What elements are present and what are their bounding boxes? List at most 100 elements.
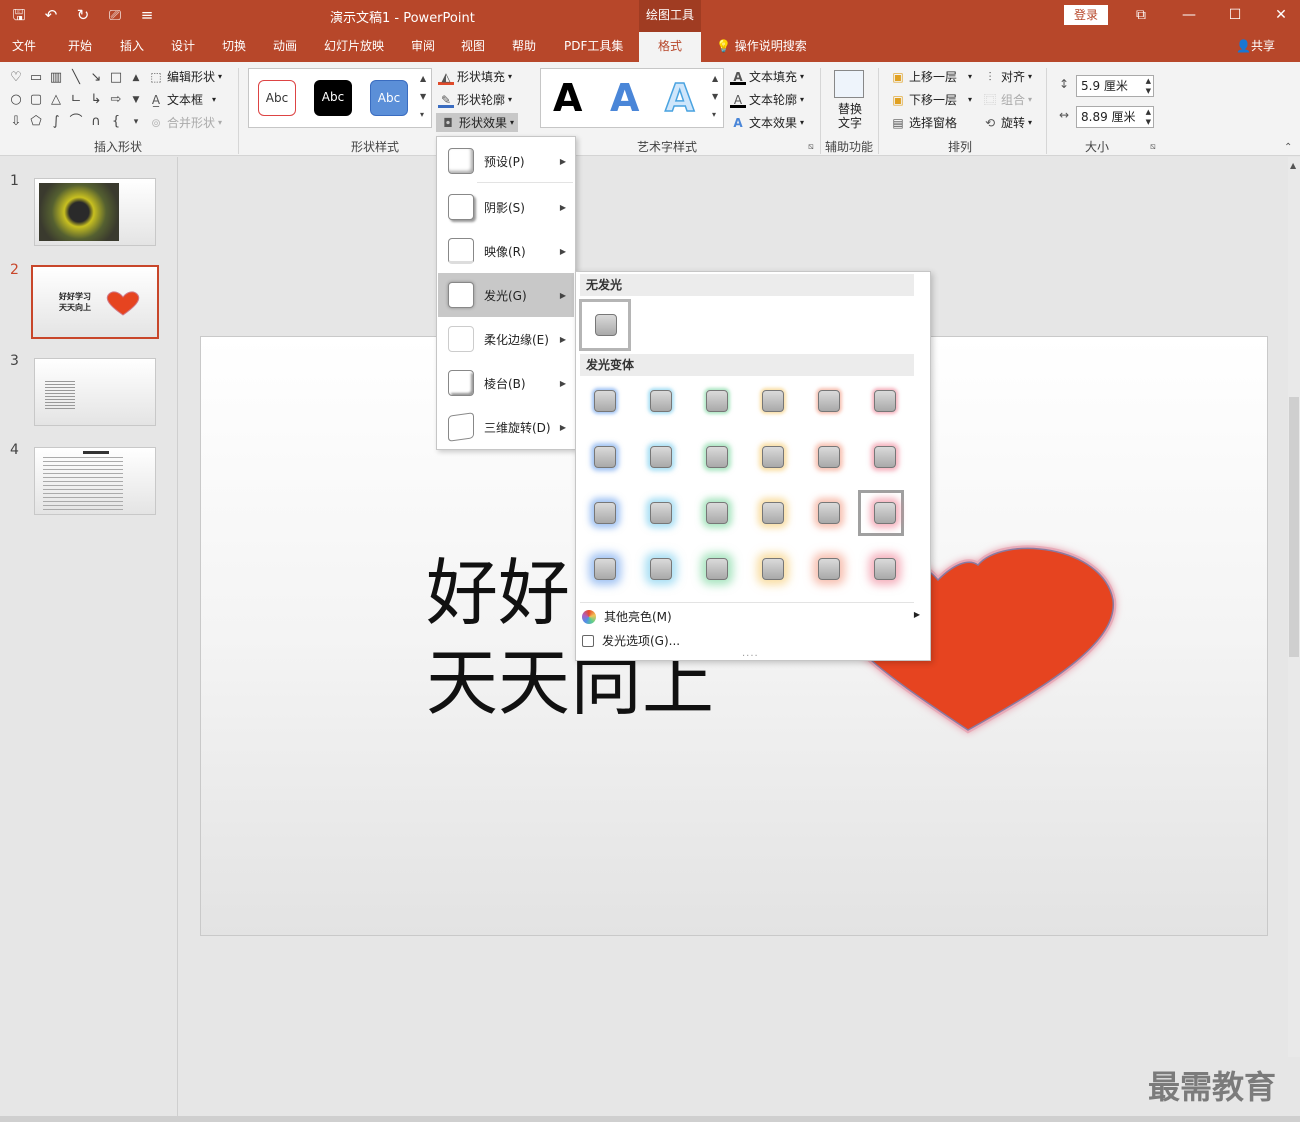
share-button[interactable]: 👤共享 bbox=[1236, 32, 1275, 62]
dialog-launcher-icon[interactable]: ⧅ bbox=[808, 142, 814, 152]
freeform-shape-icon[interactable]: ⬠ bbox=[28, 114, 44, 130]
line-shape-icon[interactable]: ╲ bbox=[68, 70, 84, 86]
gallery-up-icon[interactable]: ▲ bbox=[128, 70, 144, 86]
down-arrow-shape-icon[interactable]: ⇩ bbox=[8, 114, 24, 130]
triangle-shape-icon[interactable]: △ bbox=[48, 92, 64, 108]
glow-variant-option[interactable] bbox=[634, 490, 680, 536]
send-backward-button[interactable]: ▣ 下移一层 ▾ bbox=[890, 91, 972, 108]
tab-view[interactable]: 视图 bbox=[461, 32, 485, 62]
arc-shape-icon[interactable]: ⌒ bbox=[68, 114, 84, 130]
redo-icon[interactable]: ↻ bbox=[72, 4, 94, 26]
menu-item-preset[interactable]: 预设(P) ▶ bbox=[438, 139, 574, 183]
curve-shape-icon[interactable]: ∩ bbox=[88, 114, 104, 130]
slide-thumbnail-4[interactable] bbox=[34, 447, 156, 515]
size-dialog-launcher-icon[interactable]: ⧅ bbox=[1150, 142, 1156, 152]
edit-shape-button[interactable]: ⬚ 编辑形状 ▾ bbox=[148, 68, 222, 85]
tab-design[interactable]: 设计 bbox=[171, 32, 195, 62]
save-icon[interactable]: 🖫 bbox=[8, 4, 30, 26]
text-effects-button[interactable]: A 文本效果 ▾ bbox=[730, 114, 804, 131]
glow-variant-option[interactable] bbox=[690, 546, 736, 592]
right-arrow-shape-icon[interactable]: ⇨ bbox=[108, 92, 124, 108]
align-button[interactable]: ⫶ 对齐 ▾ bbox=[982, 68, 1032, 85]
style-gallery-scroll[interactable]: ▲ ▼ ▾ bbox=[420, 70, 426, 124]
style-preset-blue[interactable]: Abc bbox=[370, 80, 408, 116]
glow-variant-option[interactable] bbox=[802, 490, 848, 536]
tab-format[interactable]: 格式 bbox=[639, 32, 701, 62]
glow-variant-option[interactable] bbox=[634, 546, 680, 592]
rounded-rect-icon[interactable]: ▢ bbox=[28, 92, 44, 108]
oval-shape-icon[interactable]: ○ bbox=[8, 92, 24, 108]
arrow-line-icon[interactable]: ↘ bbox=[88, 70, 104, 86]
glow-variant-option[interactable] bbox=[578, 546, 624, 592]
undo-icon[interactable]: ↶ bbox=[40, 4, 62, 26]
tab-home[interactable]: 开始 bbox=[68, 32, 92, 62]
tab-slideshow[interactable]: 幻灯片放映 bbox=[324, 32, 384, 62]
textbox-shape-icon[interactable]: ▭ bbox=[28, 70, 44, 86]
group-button[interactable]: ⿴组合 ▾ bbox=[982, 91, 1032, 108]
ribbon-display-icon[interactable]: ⧉ bbox=[1128, 4, 1154, 26]
glow-variant-option[interactable] bbox=[802, 546, 848, 592]
text-box-button[interactable]: A̲ 文本框 ▾ bbox=[148, 91, 216, 108]
wordart-style-blue[interactable]: A bbox=[610, 76, 639, 120]
collapse-ribbon-icon[interactable]: ⌃ bbox=[1284, 142, 1292, 153]
wordart-style-black[interactable]: A bbox=[553, 76, 582, 120]
spinner-arrows-icon[interactable]: ▲ ▼ bbox=[1146, 76, 1151, 96]
vertical-scrollbar[interactable]: ▲ bbox=[1288, 157, 1300, 1057]
scrollbar-thumb[interactable] bbox=[1289, 397, 1299, 657]
alt-text-icon[interactable] bbox=[834, 70, 864, 98]
wordart-gallery-scroll[interactable]: ▲ ▼ ▾ bbox=[712, 70, 718, 124]
menu-item-soft-edges[interactable]: 柔化边缘(E) ▶ bbox=[438, 317, 574, 361]
brace-shape-icon[interactable]: { bbox=[108, 114, 124, 130]
glow-variant-option[interactable] bbox=[746, 378, 792, 424]
resize-grip-icon[interactable]: .... bbox=[742, 648, 759, 659]
glow-variant-option[interactable] bbox=[746, 546, 792, 592]
bring-forward-button[interactable]: ▣ 上移一层 ▾ bbox=[890, 68, 972, 85]
glow-variant-option[interactable] bbox=[858, 546, 904, 592]
tab-file[interactable]: 文件 bbox=[12, 32, 36, 62]
no-glow-option[interactable] bbox=[579, 299, 631, 351]
more-glow-colors-item[interactable]: 其他亮色(M) bbox=[582, 608, 672, 625]
shape-outline-button[interactable]: ✎ 形状轮廓 ▾ bbox=[438, 91, 512, 108]
alt-text-button[interactable]: 替换 文字 bbox=[836, 102, 864, 130]
heart-shape-icon[interactable]: ♡ bbox=[8, 70, 24, 86]
gallery-more-icon[interactable]: ▾ bbox=[128, 114, 144, 130]
tab-review[interactable]: 审阅 bbox=[411, 32, 435, 62]
glow-variant-option[interactable] bbox=[578, 378, 624, 424]
rectangle-shape-icon[interactable]: □ bbox=[108, 70, 124, 86]
tab-help[interactable]: 帮助 bbox=[512, 32, 536, 62]
wordart-style-outline[interactable]: A bbox=[664, 75, 695, 121]
shape-effects-button[interactable]: ◘ 形状效果 ▾ bbox=[436, 113, 519, 132]
selection-pane-button[interactable]: ▤ 选择窗格 bbox=[890, 114, 957, 131]
glow-variant-option[interactable] bbox=[690, 378, 736, 424]
glow-variant-option[interactable] bbox=[634, 434, 680, 480]
tell-me-search[interactable]: 💡 操作说明搜索 bbox=[716, 32, 807, 62]
close-icon[interactable]: ✕ bbox=[1268, 4, 1294, 26]
style-preset-black[interactable]: Abc bbox=[314, 80, 352, 116]
login-button[interactable]: 登录 bbox=[1064, 5, 1108, 25]
glow-variant-option[interactable] bbox=[858, 378, 904, 424]
slide-thumbnail-3[interactable] bbox=[34, 358, 156, 426]
slide-thumbnail-2[interactable]: 好好学习 天天向上 bbox=[31, 265, 159, 339]
glow-variant-option[interactable] bbox=[690, 434, 736, 480]
menu-item-shadow[interactable]: 阴影(S) ▶ bbox=[438, 185, 574, 229]
maximize-icon[interactable]: ☐ bbox=[1222, 4, 1248, 26]
scroll-up-icon[interactable]: ▲ bbox=[1290, 161, 1296, 170]
glow-variant-option[interactable] bbox=[578, 434, 624, 480]
glow-variant-option[interactable] bbox=[746, 434, 792, 480]
customize-qat-icon[interactable]: ≡ bbox=[136, 4, 158, 26]
slide-thumbnail-1[interactable] bbox=[34, 178, 156, 246]
elbow-arrow-icon[interactable]: ↳ bbox=[88, 92, 104, 108]
merge-shapes-button[interactable]: ⊚ 合并形状 ▾ bbox=[148, 114, 222, 131]
glow-variant-option[interactable] bbox=[858, 434, 904, 480]
menu-item-reflection[interactable]: 映像(R) ▶ bbox=[438, 229, 574, 273]
tab-pdf-tools[interactable]: PDF工具集 bbox=[564, 32, 623, 62]
glow-variant-option[interactable] bbox=[690, 490, 736, 536]
minimize-icon[interactable]: — bbox=[1176, 4, 1202, 26]
glow-options-item[interactable]: 发光选项(G)... bbox=[582, 632, 680, 649]
menu-item-3d-rotation[interactable]: 三维旋转(D) ▶ bbox=[438, 405, 574, 449]
style-preset-outline[interactable]: Abc bbox=[258, 80, 296, 116]
glow-variant-option[interactable] bbox=[802, 378, 848, 424]
gallery-down-icon[interactable]: ▼ bbox=[128, 92, 144, 108]
elbow-connector-icon[interactable]: ㄴ bbox=[68, 92, 84, 108]
glow-variant-option[interactable] bbox=[634, 378, 680, 424]
